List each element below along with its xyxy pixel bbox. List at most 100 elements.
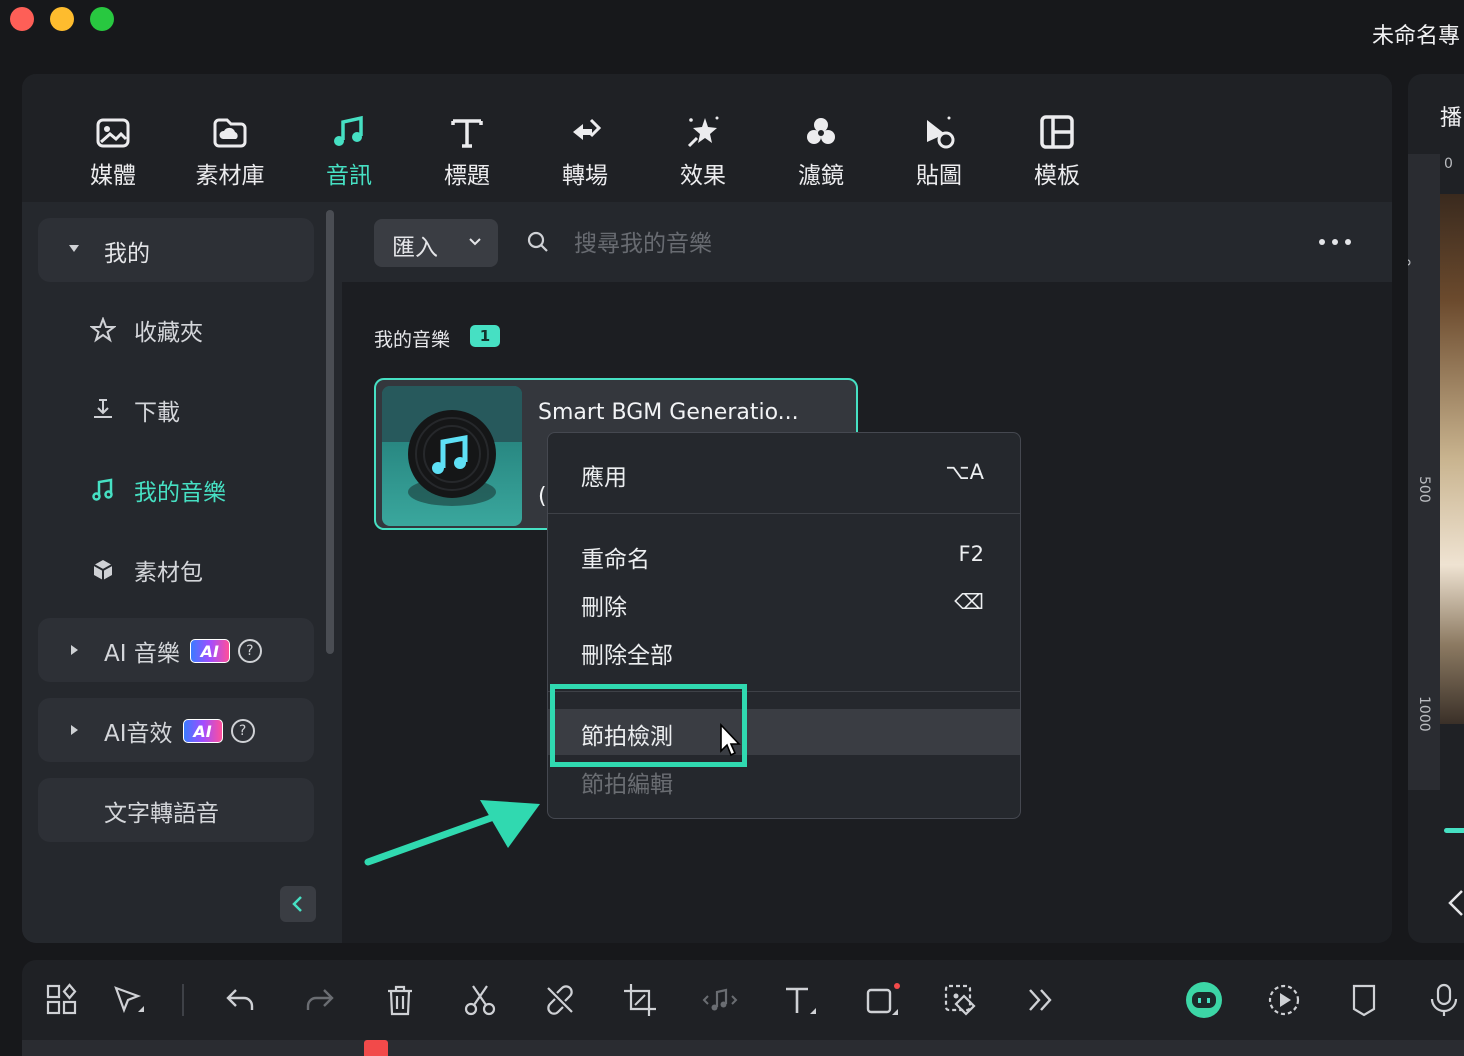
audio-split-icon (702, 988, 738, 1011)
tab-label: 模板 (1034, 163, 1080, 189)
transition-icon (573, 118, 602, 140)
media-icon (96, 118, 130, 148)
search-icon (527, 231, 548, 252)
sidebar-item-packs[interactable]: 素材包 (90, 548, 203, 592)
redo-button[interactable] (302, 982, 338, 1018)
crop-button[interactable] (622, 982, 658, 1018)
sidebar-item-my-music[interactable]: 我的音樂 (90, 468, 226, 512)
tab-label: 媒體 (90, 163, 136, 189)
sidebar-item-downloads[interactable]: 下載 (90, 388, 180, 432)
menu-item-delete[interactable]: 刪除 ⌫ (548, 580, 1020, 626)
annotation-highlight (550, 684, 747, 767)
auto-play-button[interactable] (1266, 982, 1302, 1018)
collapse-sidebar-button[interactable] (280, 886, 316, 922)
category-tabs: 媒體 素材庫 音訊 標題 轉場 效果 濾鏡 貼圖 模板 (22, 74, 1392, 202)
undo-icon (226, 989, 254, 1010)
sidebar-group-my[interactable]: 我的 (38, 218, 314, 282)
menu-item-delete-all[interactable]: 刪除全部 (548, 628, 1020, 674)
menu-shortcut: ⌥A (945, 460, 984, 484)
voiceover-button[interactable] (1426, 982, 1462, 1018)
tab-audio[interactable]: 音訊 (299, 112, 399, 192)
sidebar-group-label: 文字轉語音 (104, 801, 219, 827)
sidebar-scrollbar[interactable] (326, 210, 334, 654)
zoom-window-button[interactable] (90, 7, 114, 31)
import-label: 匯入 (392, 235, 438, 261)
tab-templates[interactable]: 模板 (1007, 112, 1107, 192)
tab-label: 貼圖 (916, 163, 962, 189)
tab-media[interactable]: 媒體 (63, 112, 163, 192)
tab-filters[interactable]: 濾鏡 (771, 112, 871, 192)
ai-badge: AI (189, 639, 230, 663)
effects-icon (687, 116, 719, 148)
help-icon[interactable]: ? (237, 639, 262, 663)
shape-button[interactable] (864, 982, 900, 1018)
sidebar-group-label: 我的 (104, 241, 150, 267)
menu-item-label: 重命名 (581, 547, 650, 573)
help-icon[interactable]: ? (230, 719, 255, 743)
tab-stickers[interactable]: 貼圖 (889, 112, 989, 192)
tab-label: 素材庫 (195, 163, 265, 189)
menu-item-rename[interactable]: 重命名 F2 (548, 532, 1020, 578)
tab-effects[interactable]: 效果 (653, 112, 753, 192)
preview-progress[interactable] (1444, 828, 1464, 833)
menu-item-label: 刪除全部 (581, 643, 673, 669)
undo-button[interactable] (222, 982, 258, 1018)
tab-stock[interactable]: 素材庫 (180, 112, 280, 192)
marker-button[interactable] (1346, 982, 1382, 1018)
close-window-button[interactable] (10, 7, 34, 31)
chevron-left-icon[interactable] (1446, 888, 1464, 918)
delete-icon (388, 985, 412, 1016)
chevron-left-icon (292, 896, 302, 912)
package-icon (93, 560, 113, 580)
search-input[interactable] (572, 220, 1076, 268)
unlink-button[interactable] (542, 982, 578, 1018)
ai-assistant-button[interactable] (1184, 980, 1224, 1020)
tab-titles[interactable]: 標題 (417, 112, 517, 192)
menu-shortcut: ⌫ (954, 590, 984, 614)
playhead[interactable] (364, 1040, 388, 1056)
cloud-folder-icon (213, 118, 247, 148)
import-dropdown-button[interactable]: 匯入 (374, 219, 498, 267)
select-tool-button[interactable] (110, 982, 146, 1018)
microphone-icon (1430, 983, 1458, 1016)
split-button[interactable] (462, 982, 498, 1018)
stickers-icon (927, 116, 955, 149)
music-note-icon (334, 115, 363, 146)
music-subtitle: ( (538, 484, 547, 509)
caret-right-icon (71, 725, 78, 735)
timeline-track[interactable] (22, 1040, 1464, 1056)
more-chevrons-icon (1029, 989, 1052, 1011)
more-tools-button[interactable] (1022, 982, 1058, 1018)
menu-item-apply[interactable]: 應用 ⌥A (548, 450, 1020, 496)
menu-shortcut: F2 (958, 542, 984, 566)
preview-panel: 播 0 0 500 1000 (1408, 74, 1464, 943)
sidebar-group-ai-sfx[interactable]: AI音效 AI ? (38, 698, 314, 762)
sidebar-group-ai-music[interactable]: AI 音樂 AI ? (38, 618, 314, 682)
minimize-window-button[interactable] (50, 7, 74, 31)
scissors-icon (464, 985, 496, 1016)
music-note-icon (92, 478, 113, 501)
toolbar-divider (182, 984, 184, 1016)
sidebar-item-favorites[interactable]: 收藏夾 (90, 308, 203, 352)
text-button[interactable] (782, 982, 818, 1018)
menu-divider (548, 513, 1020, 514)
vinyl-record-icon (382, 386, 522, 506)
download-icon (94, 399, 112, 418)
sidebar-item-label: 收藏夾 (134, 320, 203, 346)
chevron-down-icon (469, 238, 481, 246)
sidebar-group-tts[interactable]: 文字轉語音 (38, 778, 314, 842)
unlink-icon (547, 985, 573, 1015)
count-badge: 1 (470, 325, 500, 347)
menu-item-label: 刪除 (581, 595, 627, 621)
mask-button[interactable] (942, 982, 978, 1018)
music-title: Smart BGM Generatio... (538, 400, 799, 425)
layout-grid-button[interactable] (44, 982, 80, 1018)
layout-grid-icon (46, 983, 77, 1015)
delete-button[interactable] (382, 982, 418, 1018)
tab-label: 效果 (680, 163, 726, 189)
preview-image (1440, 194, 1464, 724)
more-options-icon[interactable] (1318, 238, 1352, 246)
audio-split-button[interactable] (702, 982, 738, 1018)
tab-transitions[interactable]: 轉場 (535, 112, 635, 192)
templates-icon (1040, 115, 1074, 149)
